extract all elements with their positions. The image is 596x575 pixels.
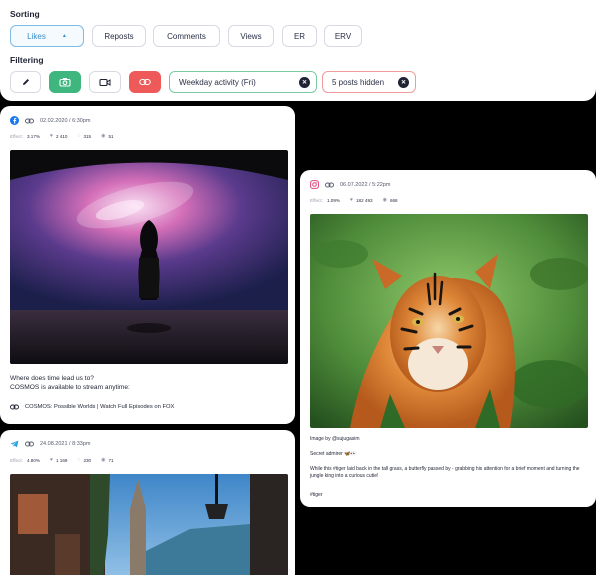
post-date: 06.07.2022 / 5:22pm (340, 181, 391, 188)
post-body: While this #tiger laid back in the tall … (310, 466, 580, 479)
eye-icon: ◉ (101, 457, 106, 463)
sort-views-button[interactable]: Views (228, 25, 274, 47)
sort-likes-button[interactable]: Likes ▲ (10, 25, 84, 47)
post-date: 24.08.2021 / 8:33pm (40, 441, 91, 447)
post-stats: Effect: 3.17% ♥ 2 410 ◌ 315 ◉ 51 (10, 133, 114, 139)
post-card-telegram[interactable]: 24.08.2021 / 8:33pm Effect: 4.80% ♥ 1 16… (0, 430, 295, 575)
views-count: 51 (108, 133, 114, 139)
filter-photo-button[interactable] (49, 71, 81, 93)
sort-reposts-button[interactable]: Reposts (92, 25, 146, 47)
telegram-icon (10, 440, 19, 448)
likes-count: 1 169 (55, 457, 68, 463)
comment-icon: ◌ (77, 133, 81, 139)
image-credit: Image by @sujugasim (310, 436, 360, 442)
post-image-tiger[interactable] (310, 214, 588, 428)
comment-icon: ◌ (77, 457, 81, 463)
post-stats: Effect: 1.09% ♥ 182 493 ◉ 668 (310, 197, 398, 203)
effect-value: 3.17% (26, 133, 40, 139)
clear-weekday-icon[interactable]: ✕ (299, 76, 310, 88)
views-count: 71 (108, 457, 114, 463)
link-icon (10, 404, 19, 410)
heart-icon: ♥ (49, 133, 53, 139)
post-date: 02.02.2020 / 6:30pm (40, 117, 91, 124)
filter-video-button[interactable] (89, 71, 121, 93)
eye-icon: ◉ (101, 133, 106, 139)
video-camera-icon (99, 78, 111, 86)
post-link[interactable]: COSMOS: Possible Worlds | Watch Full Epi… (10, 404, 174, 410)
post-stats: Effect: 4.80% ♥ 1 169 ◌ 230 ◉ 71 (10, 457, 114, 463)
post-image-city[interactable] (10, 474, 288, 575)
effect-value: 1.09% (326, 197, 340, 203)
link-icon[interactable] (325, 182, 334, 188)
sort-erv-button[interactable]: ERV (324, 25, 362, 47)
post-image-cosmos[interactable] (10, 150, 288, 364)
effect-value: 4.80% (26, 457, 40, 463)
heart-icon: ♥ (349, 197, 353, 203)
weekday-activity-chip[interactable]: Weekday activity (Fri) ✕ (169, 71, 317, 93)
link-icon (139, 78, 151, 86)
views-count: 668 (389, 197, 398, 203)
heart-icon: ♥ (49, 457, 53, 463)
eye-icon: ◉ (382, 197, 387, 203)
instagram-icon (310, 180, 319, 189)
likes-count: 182 493 (355, 197, 373, 203)
filtering-label: Filtering (10, 55, 44, 65)
sort-comments-button[interactable]: Comments (153, 25, 220, 47)
filter-panel: Sorting Likes ▲ Reposts Comments Views ER… (0, 0, 596, 101)
post-card-instagram[interactable]: 06.07.2022 / 5:22pm Effect: 1.09% ♥ 182 … (300, 170, 596, 507)
sort-er-button[interactable]: ER (282, 25, 317, 47)
clear-hidden-icon[interactable]: ✕ (398, 76, 409, 88)
filter-link-button[interactable] (129, 71, 161, 93)
pencil-icon (22, 79, 29, 85)
sorting-label: Sorting (10, 9, 40, 19)
caption-secret: Secret admirer 🦋👀 (310, 451, 357, 457)
caret-up-icon: ▲ (61, 33, 67, 39)
hidden-posts-chip[interactable]: 5 posts hidden ✕ (322, 71, 416, 93)
likes-count: 2 410 (55, 133, 68, 139)
link-icon[interactable] (25, 441, 34, 447)
post-card-facebook[interactable]: 02.02.2020 / 6:30pm Effect: 3.17% ♥ 2 41… (0, 106, 295, 424)
link-icon[interactable] (25, 118, 34, 124)
post-caption: Where does time lead us to? COSMOS is av… (10, 375, 130, 391)
filter-text-button[interactable] (10, 71, 41, 93)
comments-count: 230 (83, 457, 92, 463)
camera-icon (59, 78, 71, 87)
post-tag[interactable]: #tiger (310, 492, 323, 499)
comments-count: 315 (83, 133, 92, 139)
facebook-icon (10, 116, 19, 125)
